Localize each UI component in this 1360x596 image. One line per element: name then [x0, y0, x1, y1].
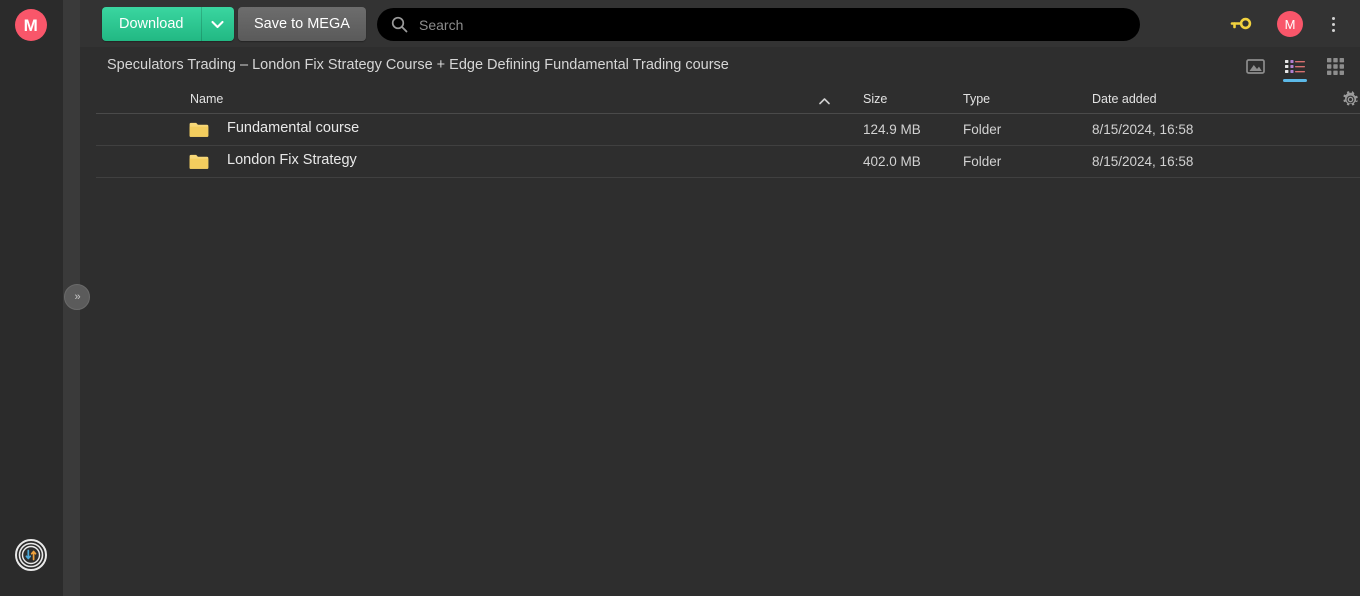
column-header-type[interactable]: Type: [963, 92, 990, 106]
row-date-added: 8/15/2024, 16:58: [1092, 122, 1194, 137]
mega-folder-link-page: M » Download Save to MEGA Search M Specu…: [0, 0, 1360, 596]
column-header-date-added[interactable]: Date added: [1092, 92, 1157, 106]
table-header-row: Name Size Type Date added: [96, 85, 1360, 114]
kebab-dot: [1331, 22, 1335, 26]
row-size: 124.9 MB: [863, 122, 921, 137]
folder-icon: [189, 121, 209, 138]
column-header-name[interactable]: Name: [190, 92, 223, 106]
sidebar-expand-button[interactable]: »: [64, 284, 90, 310]
kebab-dot: [1331, 28, 1335, 32]
transfer-status-icon[interactable]: [15, 539, 47, 571]
view-toggle-group: [1243, 53, 1347, 82]
gear-icon[interactable]: [1342, 91, 1360, 109]
mega-logo-letter: M: [23, 15, 39, 35]
breadcrumb-row: Speculators Trading – London Fix Strateg…: [80, 48, 1360, 85]
image-view-icon[interactable]: [1243, 53, 1267, 79]
kebab-menu-icon[interactable]: [1324, 13, 1342, 35]
search-icon: [390, 16, 408, 34]
row-type: Folder: [963, 154, 1002, 169]
table-row[interactable]: Fundamental course 124.9 MB Folder 8/15/…: [96, 114, 1360, 146]
sidebar-expand-label: »: [74, 291, 80, 303]
key-icon[interactable]: [1230, 14, 1252, 34]
kebab-dot: [1331, 16, 1335, 20]
download-button-group: Download: [102, 7, 234, 41]
row-type: Folder: [963, 122, 1002, 137]
avatar-letter: M: [1284, 16, 1296, 32]
file-table: Name Size Type Date added Fundamental co…: [80, 85, 1360, 178]
row-date-added: 8/15/2024, 16:58: [1092, 154, 1194, 169]
row-name[interactable]: Fundamental course: [227, 120, 359, 136]
left-rail: M: [0, 0, 63, 596]
search-input[interactable]: [419, 16, 1109, 33]
folder-icon: [189, 153, 209, 170]
main-area: Download Save to MEGA Search M Speculato…: [80, 0, 1360, 596]
search-bar[interactable]: [377, 8, 1140, 41]
avatar[interactable]: M: [1277, 11, 1303, 37]
mega-logo[interactable]: M: [15, 9, 47, 41]
save-to-mega-button[interactable]: Save to MEGA: [238, 7, 366, 41]
breadcrumb[interactable]: Speculators Trading – London Fix Strateg…: [107, 57, 729, 73]
row-size: 402.0 MB: [863, 154, 921, 169]
list-view-icon[interactable]: [1283, 53, 1307, 82]
column-header-size[interactable]: Size: [863, 92, 887, 106]
table-row[interactable]: London Fix Strategy 402.0 MB Folder 8/15…: [96, 146, 1360, 178]
sort-ascending-icon[interactable]: [819, 94, 830, 108]
chevron-down-icon[interactable]: [200, 7, 234, 41]
grid-view-icon[interactable]: [1323, 53, 1347, 79]
row-name[interactable]: London Fix Strategy: [227, 152, 357, 168]
top-toolbar: Download Save to MEGA Search M: [80, 0, 1360, 48]
download-button[interactable]: Download: [102, 7, 201, 41]
